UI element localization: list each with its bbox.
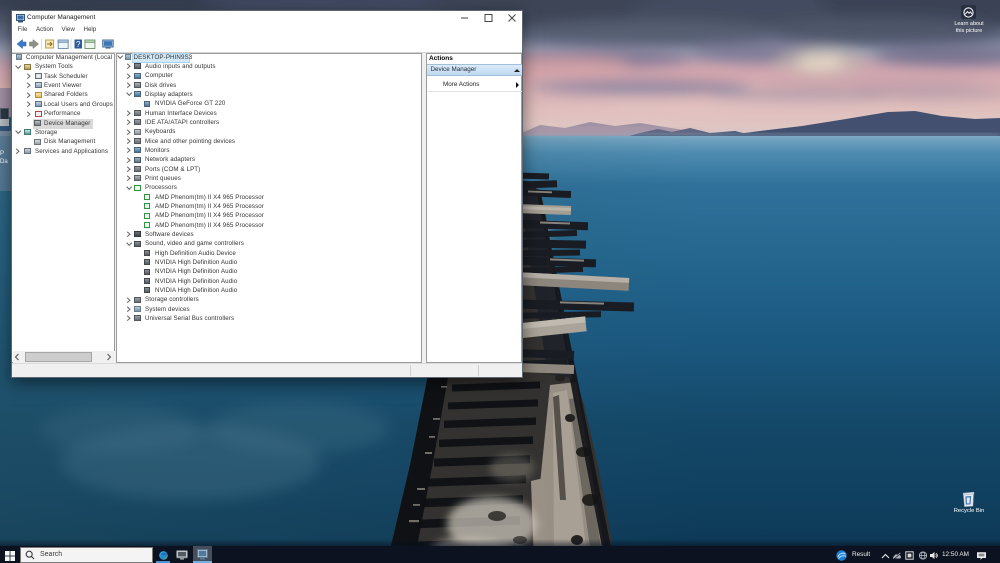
svg-text:?: ? [76,40,81,49]
